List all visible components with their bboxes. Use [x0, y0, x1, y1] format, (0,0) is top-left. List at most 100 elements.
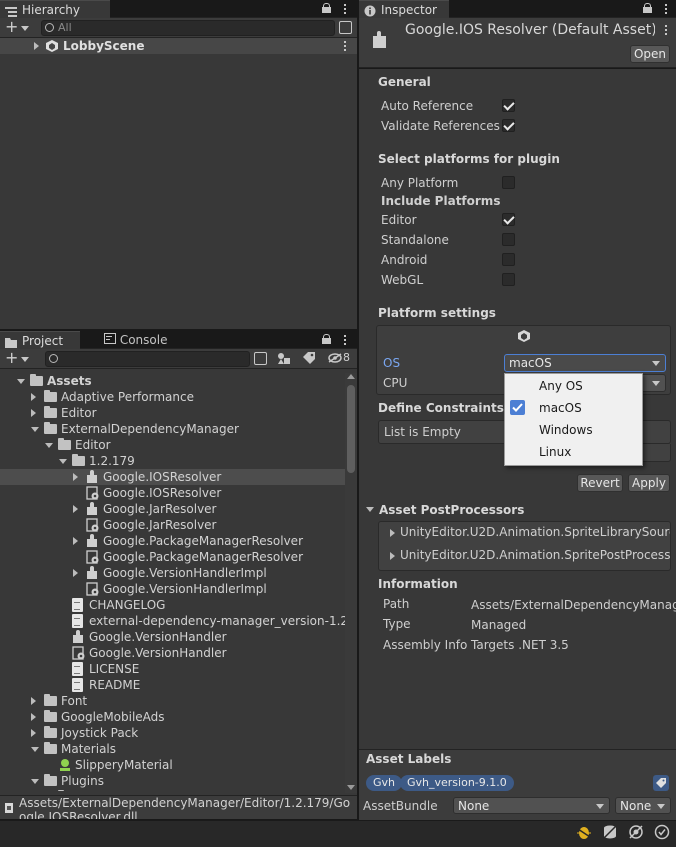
tree-folder-row[interactable]: Adaptive Performance [0, 389, 345, 405]
tree-file-row[interactable]: Google.JarResolver [0, 501, 345, 517]
tree-file-row[interactable]: Google.VersionHandler [0, 629, 345, 645]
add-icon[interactable]: + [5, 18, 18, 36]
asset-kebab-icon[interactable] [665, 25, 668, 36]
tree-folder-row[interactable]: Plugins [0, 773, 345, 789]
os-dropdown[interactable]: macOS [504, 354, 666, 372]
hidden-packages-icon[interactable] [328, 353, 342, 363]
expand-arrow-icon[interactable] [73, 537, 78, 545]
expand-arrow-icon[interactable] [31, 393, 36, 401]
project-scrollbar-thumb[interactable] [347, 385, 355, 473]
tree-file-row[interactable]: LICENSE [0, 661, 345, 677]
platform-webgl-checkbox[interactable] [502, 273, 515, 286]
tree-file-row[interactable]: Google.IOSResolver [0, 485, 345, 501]
os-option-linux[interactable]: Linux [505, 441, 642, 463]
label-tag-icon[interactable] [653, 775, 669, 791]
expand-arrow-icon[interactable] [31, 729, 36, 737]
tree-folder-row[interactable]: Font [0, 693, 345, 709]
platform-editor-checkbox[interactable] [502, 213, 515, 226]
tree-folder-row[interactable]: Editor [0, 405, 345, 421]
apply-button[interactable]: Apply [628, 474, 670, 492]
tab-hierarchy[interactable]: Hierarchy [0, 0, 110, 18]
expand-arrow-icon[interactable] [31, 697, 36, 705]
collapse-arrow-icon[interactable] [31, 779, 39, 784]
scene-row[interactable]: LobbyScene [0, 38, 357, 54]
expand-arrow-icon[interactable] [31, 409, 36, 417]
expand-arrow-icon[interactable] [31, 713, 36, 721]
lock-icon[interactable] [322, 3, 331, 13]
label-tag-icon[interactable] [303, 352, 315, 364]
auto-reference-checkbox[interactable] [502, 99, 515, 112]
tree-folder-row[interactable]: Joystick Pack [0, 725, 345, 741]
label-gvh[interactable]: Gvh [366, 775, 403, 791]
search-by-type-icon[interactable] [254, 352, 267, 365]
tree-folder-row[interactable]: ExternalDependencyManager [0, 421, 345, 437]
platform-standalone-checkbox[interactable] [502, 233, 515, 246]
collapse-arrow-icon[interactable] [366, 507, 374, 512]
tab-console[interactable]: Console [82, 331, 175, 349]
expand-arrow-icon[interactable] [390, 529, 395, 537]
scroll-up-icon[interactable] [347, 374, 355, 379]
revert-button[interactable]: Revert [577, 474, 623, 492]
os-option-windows[interactable]: Windows [505, 419, 642, 441]
scene-kebab-icon[interactable] [344, 41, 347, 52]
debug-bug-icon[interactable] [576, 824, 592, 840]
chevron-down-icon[interactable] [21, 357, 29, 362]
tree-folder-row[interactable]: Materials [0, 741, 345, 757]
expand-arrow-icon[interactable] [73, 569, 78, 577]
tree-file-row[interactable]: SlipperyMaterial [0, 757, 345, 773]
collapse-arrow-icon[interactable] [31, 747, 39, 752]
tree-folder-row[interactable]: 1.2.179 [0, 453, 345, 469]
tree-file-row[interactable]: Google.IOSResolver [0, 469, 345, 485]
lock-icon[interactable] [322, 334, 331, 344]
tree-file-row[interactable]: README [0, 677, 345, 693]
assetbundle-dropdown[interactable]: None [453, 797, 610, 814]
project-search-input[interactable] [45, 351, 250, 367]
tree-file-row[interactable]: Google.PackageManagerResolver [0, 533, 345, 549]
cache-server-icon[interactable] [602, 824, 618, 840]
tree-file-row[interactable]: Google.JarResolver [0, 517, 345, 533]
tab-inspector[interactable]: Inspector [359, 0, 449, 18]
chevron-down-icon[interactable] [21, 26, 29, 31]
os-option-any[interactable]: Any OS [505, 375, 642, 397]
kebab-menu-icon[interactable] [665, 4, 668, 15]
lock-icon[interactable] [643, 3, 652, 13]
platform-android-checkbox[interactable] [502, 253, 515, 266]
tree-folder-row[interactable]: Assets [0, 373, 345, 389]
collapse-arrow-icon[interactable] [17, 379, 25, 384]
tree-file-row[interactable]: external-dependency-manager_version-1.2.… [0, 613, 345, 629]
expand-arrow-icon[interactable] [34, 42, 39, 50]
assetbundle-variant-dropdown[interactable]: None [615, 797, 671, 814]
tree-file-row[interactable]: Google.VersionHandlerImpl [0, 565, 345, 581]
os-option-macos[interactable]: macOS [505, 397, 642, 419]
hierarchy-search-input[interactable]: All [41, 20, 335, 36]
expand-arrow-icon[interactable] [390, 552, 395, 560]
tree-folder-row[interactable]: Android [0, 789, 345, 791]
create-icon[interactable]: + [5, 349, 18, 367]
label-gvh-version[interactable]: Gvh_version-9.1.0 [400, 775, 514, 791]
tree-file-row[interactable]: Google.VersionHandler [0, 645, 345, 661]
any-platform-checkbox[interactable] [502, 176, 515, 189]
tree-folder-row[interactable]: Editor [0, 437, 345, 453]
expand-arrow-icon[interactable] [73, 473, 78, 481]
vertical-splitter[interactable] [357, 0, 359, 820]
auto-generate-lighting-icon[interactable] [628, 824, 644, 840]
expand-arrow-icon[interactable] [73, 505, 78, 513]
tree-file-row[interactable]: CHANGELOG [0, 597, 345, 613]
kebab-menu-icon[interactable] [344, 335, 347, 346]
tree-file-row[interactable]: Google.VersionHandlerImpl [0, 581, 345, 597]
editor-platform-icon[interactable] [518, 330, 530, 342]
search-options-icon[interactable] [339, 21, 352, 34]
collapse-arrow-icon[interactable] [45, 443, 53, 448]
tree-folder-row[interactable]: GoogleMobileAds [0, 709, 345, 725]
tab-project[interactable]: Project [0, 331, 80, 349]
validate-references-checkbox[interactable] [502, 119, 515, 132]
collapse-arrow-icon[interactable] [31, 427, 39, 432]
tree-file-row[interactable]: Google.PackageManagerResolver [0, 549, 345, 565]
checkmark-circle-icon[interactable] [654, 824, 670, 840]
project-scrollbar[interactable] [345, 373, 357, 793]
collapse-arrow-icon[interactable] [59, 459, 67, 464]
open-button[interactable]: Open [630, 45, 670, 63]
kebab-menu-icon[interactable] [344, 4, 347, 15]
filter-type-icon[interactable] [277, 352, 291, 365]
scroll-down-icon[interactable] [347, 785, 355, 790]
